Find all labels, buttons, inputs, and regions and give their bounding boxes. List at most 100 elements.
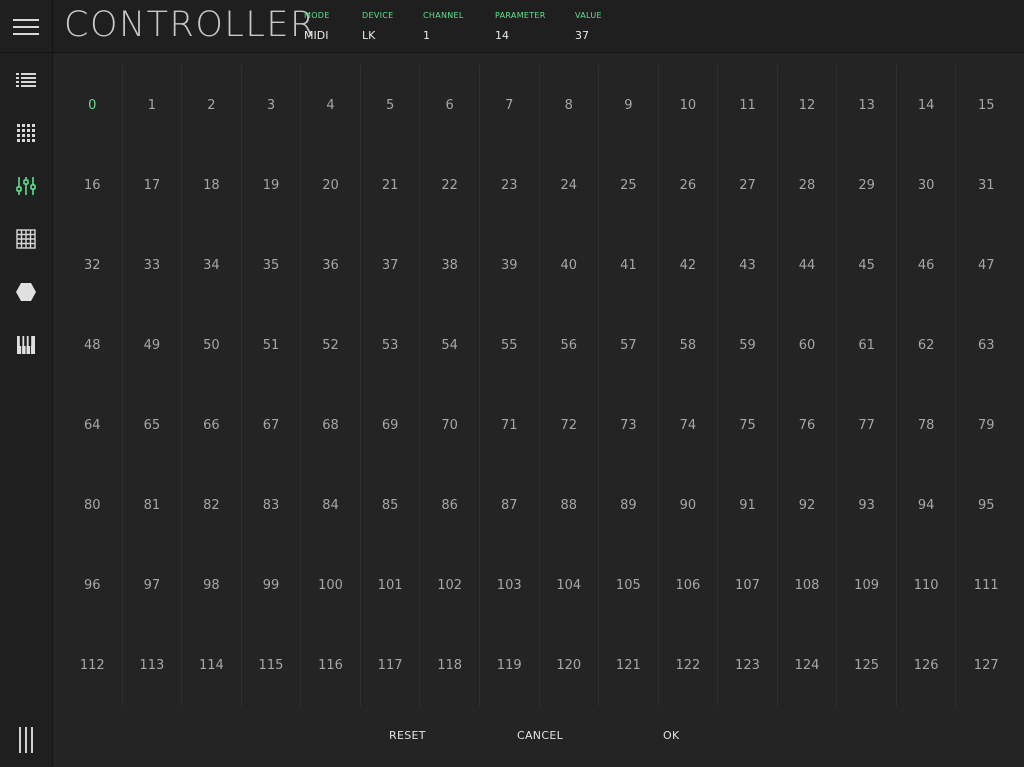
- value-cell[interactable]: 63: [956, 305, 1016, 385]
- value-cell[interactable]: 81: [123, 465, 183, 546]
- value-cell[interactable]: 114: [182, 625, 242, 706]
- value-cell[interactable]: 3: [242, 65, 302, 146]
- value-cell[interactable]: 26: [659, 145, 719, 226]
- value-cell[interactable]: 72: [540, 385, 600, 466]
- value-cell[interactable]: 33: [123, 225, 183, 306]
- value-cell[interactable]: 76: [778, 385, 838, 466]
- value-cell[interactable]: 42: [659, 225, 719, 306]
- value-cell[interactable]: 99: [242, 545, 302, 626]
- value-cell[interactable]: 60: [778, 305, 838, 386]
- value-cell[interactable]: 98: [182, 545, 242, 626]
- value-cell[interactable]: 45: [837, 225, 897, 306]
- value-cell[interactable]: 121: [599, 625, 659, 706]
- value-cell[interactable]: 9: [599, 65, 659, 146]
- value-cell[interactable]: 124: [778, 625, 838, 706]
- value-cell[interactable]: 37: [361, 225, 421, 306]
- value-cell[interactable]: 58: [659, 305, 719, 386]
- cancel-button[interactable]: CANCEL: [517, 729, 563, 742]
- value-cell[interactable]: 106: [659, 545, 719, 626]
- value-cell[interactable]: 19: [242, 145, 302, 226]
- list-icon[interactable]: [14, 68, 38, 92]
- value-cell[interactable]: 112: [63, 625, 123, 706]
- value-cell[interactable]: 40: [540, 225, 600, 306]
- value-cell[interactable]: 61: [837, 305, 897, 386]
- value-cell[interactable]: 6: [420, 65, 480, 146]
- value-cell[interactable]: 100: [301, 545, 361, 626]
- value-cell[interactable]: 101: [361, 545, 421, 626]
- value-cell[interactable]: 69: [361, 385, 421, 466]
- value-cell[interactable]: 86: [420, 465, 480, 546]
- value-cell[interactable]: 54: [420, 305, 480, 386]
- value-cell[interactable]: 59: [718, 305, 778, 386]
- value-cell[interactable]: 77: [837, 385, 897, 466]
- value-cell[interactable]: 30: [897, 145, 957, 226]
- hexagon-icon[interactable]: [14, 280, 38, 304]
- value-cell[interactable]: 38: [420, 225, 480, 306]
- value-cell[interactable]: 25: [599, 145, 659, 226]
- value-cell[interactable]: 122: [659, 625, 719, 706]
- value-cell[interactable]: 123: [718, 625, 778, 706]
- value-cell[interactable]: 57: [599, 305, 659, 386]
- value-cell[interactable]: 105: [599, 545, 659, 626]
- value-cell[interactable]: 20: [301, 145, 361, 226]
- value-cell[interactable]: 79: [956, 386, 1016, 466]
- value-cell[interactable]: 62: [897, 305, 957, 386]
- value-cell[interactable]: 2: [182, 65, 242, 146]
- value-cell[interactable]: 78: [897, 385, 957, 466]
- resize-handle-icon[interactable]: [19, 727, 33, 753]
- value-cell[interactable]: 82: [182, 465, 242, 546]
- value-cell[interactable]: 109: [837, 545, 897, 626]
- value-cell[interactable]: 111: [956, 546, 1016, 626]
- value-cell[interactable]: 94: [897, 465, 957, 546]
- value-cell[interactable]: 118: [420, 625, 480, 706]
- value-cell[interactable]: 13: [837, 65, 897, 146]
- value-cell[interactable]: 1: [123, 65, 183, 146]
- value-cell[interactable]: 4: [301, 65, 361, 146]
- value-cell[interactable]: 93: [837, 465, 897, 546]
- value-cell[interactable]: 110: [897, 545, 957, 626]
- value-cell[interactable]: 107: [718, 545, 778, 626]
- value-cell[interactable]: 104: [540, 545, 600, 626]
- value-cell[interactable]: 34: [182, 225, 242, 306]
- value-cell[interactable]: 17: [123, 145, 183, 226]
- value-cell[interactable]: 16: [63, 145, 123, 226]
- value-cell[interactable]: 22: [420, 145, 480, 226]
- value-cell[interactable]: 87: [480, 465, 540, 546]
- value-cell[interactable]: 32: [63, 225, 123, 306]
- value-cell[interactable]: 108: [778, 545, 838, 626]
- parameter-info[interactable]: PARAMETER 14: [495, 11, 546, 42]
- value-cell[interactable]: 116: [301, 625, 361, 706]
- value-cell[interactable]: 120: [540, 625, 600, 706]
- value-cell[interactable]: 0: [63, 65, 123, 146]
- value-cell[interactable]: 74: [659, 385, 719, 466]
- mixer-sliders-icon[interactable]: [14, 174, 38, 198]
- value-cell[interactable]: 96: [63, 545, 123, 626]
- value-cell[interactable]: 5: [361, 65, 421, 146]
- value-cell[interactable]: 75: [718, 385, 778, 466]
- value-cell[interactable]: 48: [63, 305, 123, 386]
- value-cell[interactable]: 15: [956, 65, 1016, 145]
- value-cell[interactable]: 12: [778, 65, 838, 146]
- value-cell[interactable]: 31: [956, 145, 1016, 225]
- value-cell[interactable]: 27: [718, 145, 778, 226]
- value-cell[interactable]: 85: [361, 465, 421, 546]
- value-cell[interactable]: 8: [540, 65, 600, 146]
- value-cell[interactable]: 115: [242, 625, 302, 706]
- value-cell[interactable]: 80: [63, 465, 123, 546]
- value-cell[interactable]: 7: [480, 65, 540, 146]
- value-cell[interactable]: 47: [956, 225, 1016, 305]
- value-cell[interactable]: 46: [897, 225, 957, 306]
- dot-grid-icon[interactable]: [14, 121, 38, 145]
- value-cell[interactable]: 119: [480, 625, 540, 706]
- value-cell[interactable]: 102: [420, 545, 480, 626]
- value-cell[interactable]: 95: [956, 466, 1016, 546]
- value-cell[interactable]: 52: [301, 305, 361, 386]
- value-cell[interactable]: 103: [480, 545, 540, 626]
- value-cell[interactable]: 71: [480, 385, 540, 466]
- value-cell[interactable]: 125: [837, 625, 897, 706]
- value-cell[interactable]: 36: [301, 225, 361, 306]
- value-cell[interactable]: 56: [540, 305, 600, 386]
- value-cell[interactable]: 51: [242, 305, 302, 386]
- value-cell[interactable]: 68: [301, 385, 361, 466]
- hamburger-menu-icon[interactable]: [0, 0, 53, 53]
